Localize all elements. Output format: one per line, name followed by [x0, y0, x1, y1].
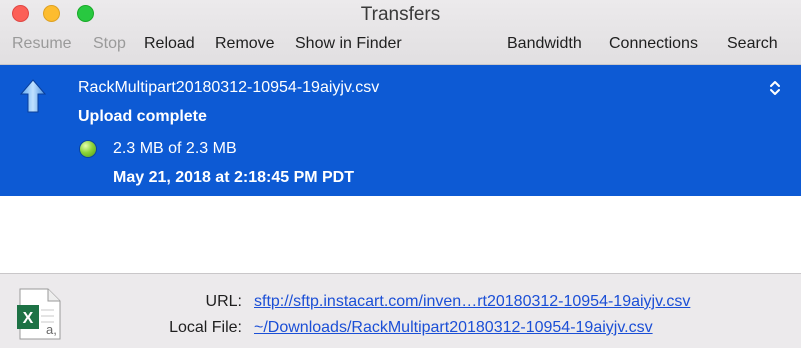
excel-file-icon: X a,: [17, 288, 61, 340]
reload-button[interactable]: Reload: [144, 35, 195, 53]
url-link[interactable]: sftp://sftp.instacart.com/inven…rt201803…: [254, 293, 690, 311]
resume-button[interactable]: Resume: [12, 35, 72, 53]
transfer-info-panel: X a, URL: sftp://sftp.instacart.com/inve…: [0, 273, 801, 348]
transfer-row[interactable]: RackMultipart20180312-10954-19aiyjv.csv …: [0, 65, 801, 196]
bandwidth-button[interactable]: Bandwidth: [507, 35, 582, 53]
status-complete-icon: [80, 141, 96, 157]
transfer-date: May 21, 2018 at 2:18:45 PM PDT: [113, 169, 355, 186]
connections-button[interactable]: Connections: [609, 35, 698, 53]
url-label: URL:: [205, 293, 242, 310]
local-file-label: Local File:: [169, 319, 242, 336]
transfers-window: Transfers Resume Stop Reload Remove Show…: [0, 0, 801, 348]
svg-text:X: X: [23, 310, 34, 327]
svg-text:a,: a,: [46, 322, 57, 337]
upload-arrow-icon: [20, 79, 46, 113]
search-button[interactable]: Search: [727, 35, 778, 53]
stop-button[interactable]: Stop: [93, 35, 126, 53]
transfer-list[interactable]: RackMultipart20180312-10954-19aiyjv.csv …: [0, 65, 801, 273]
window-title: Transfers: [360, 4, 441, 25]
expand-collapse-icon[interactable]: [768, 79, 782, 97]
show-in-finder-button[interactable]: Show in Finder: [295, 35, 402, 53]
title-bar: Transfers Resume Stop Reload Remove Show…: [0, 0, 801, 65]
transfer-size: 2.3 MB of 2.3 MB: [113, 140, 237, 157]
remove-button[interactable]: Remove: [215, 35, 275, 53]
transfer-status: Upload complete: [78, 108, 207, 125]
transfer-file-name: RackMultipart20180312-10954-19aiyjv.csv: [78, 79, 380, 96]
local-file-link[interactable]: ~/Downloads/RackMultipart20180312-10954-…: [254, 319, 653, 337]
